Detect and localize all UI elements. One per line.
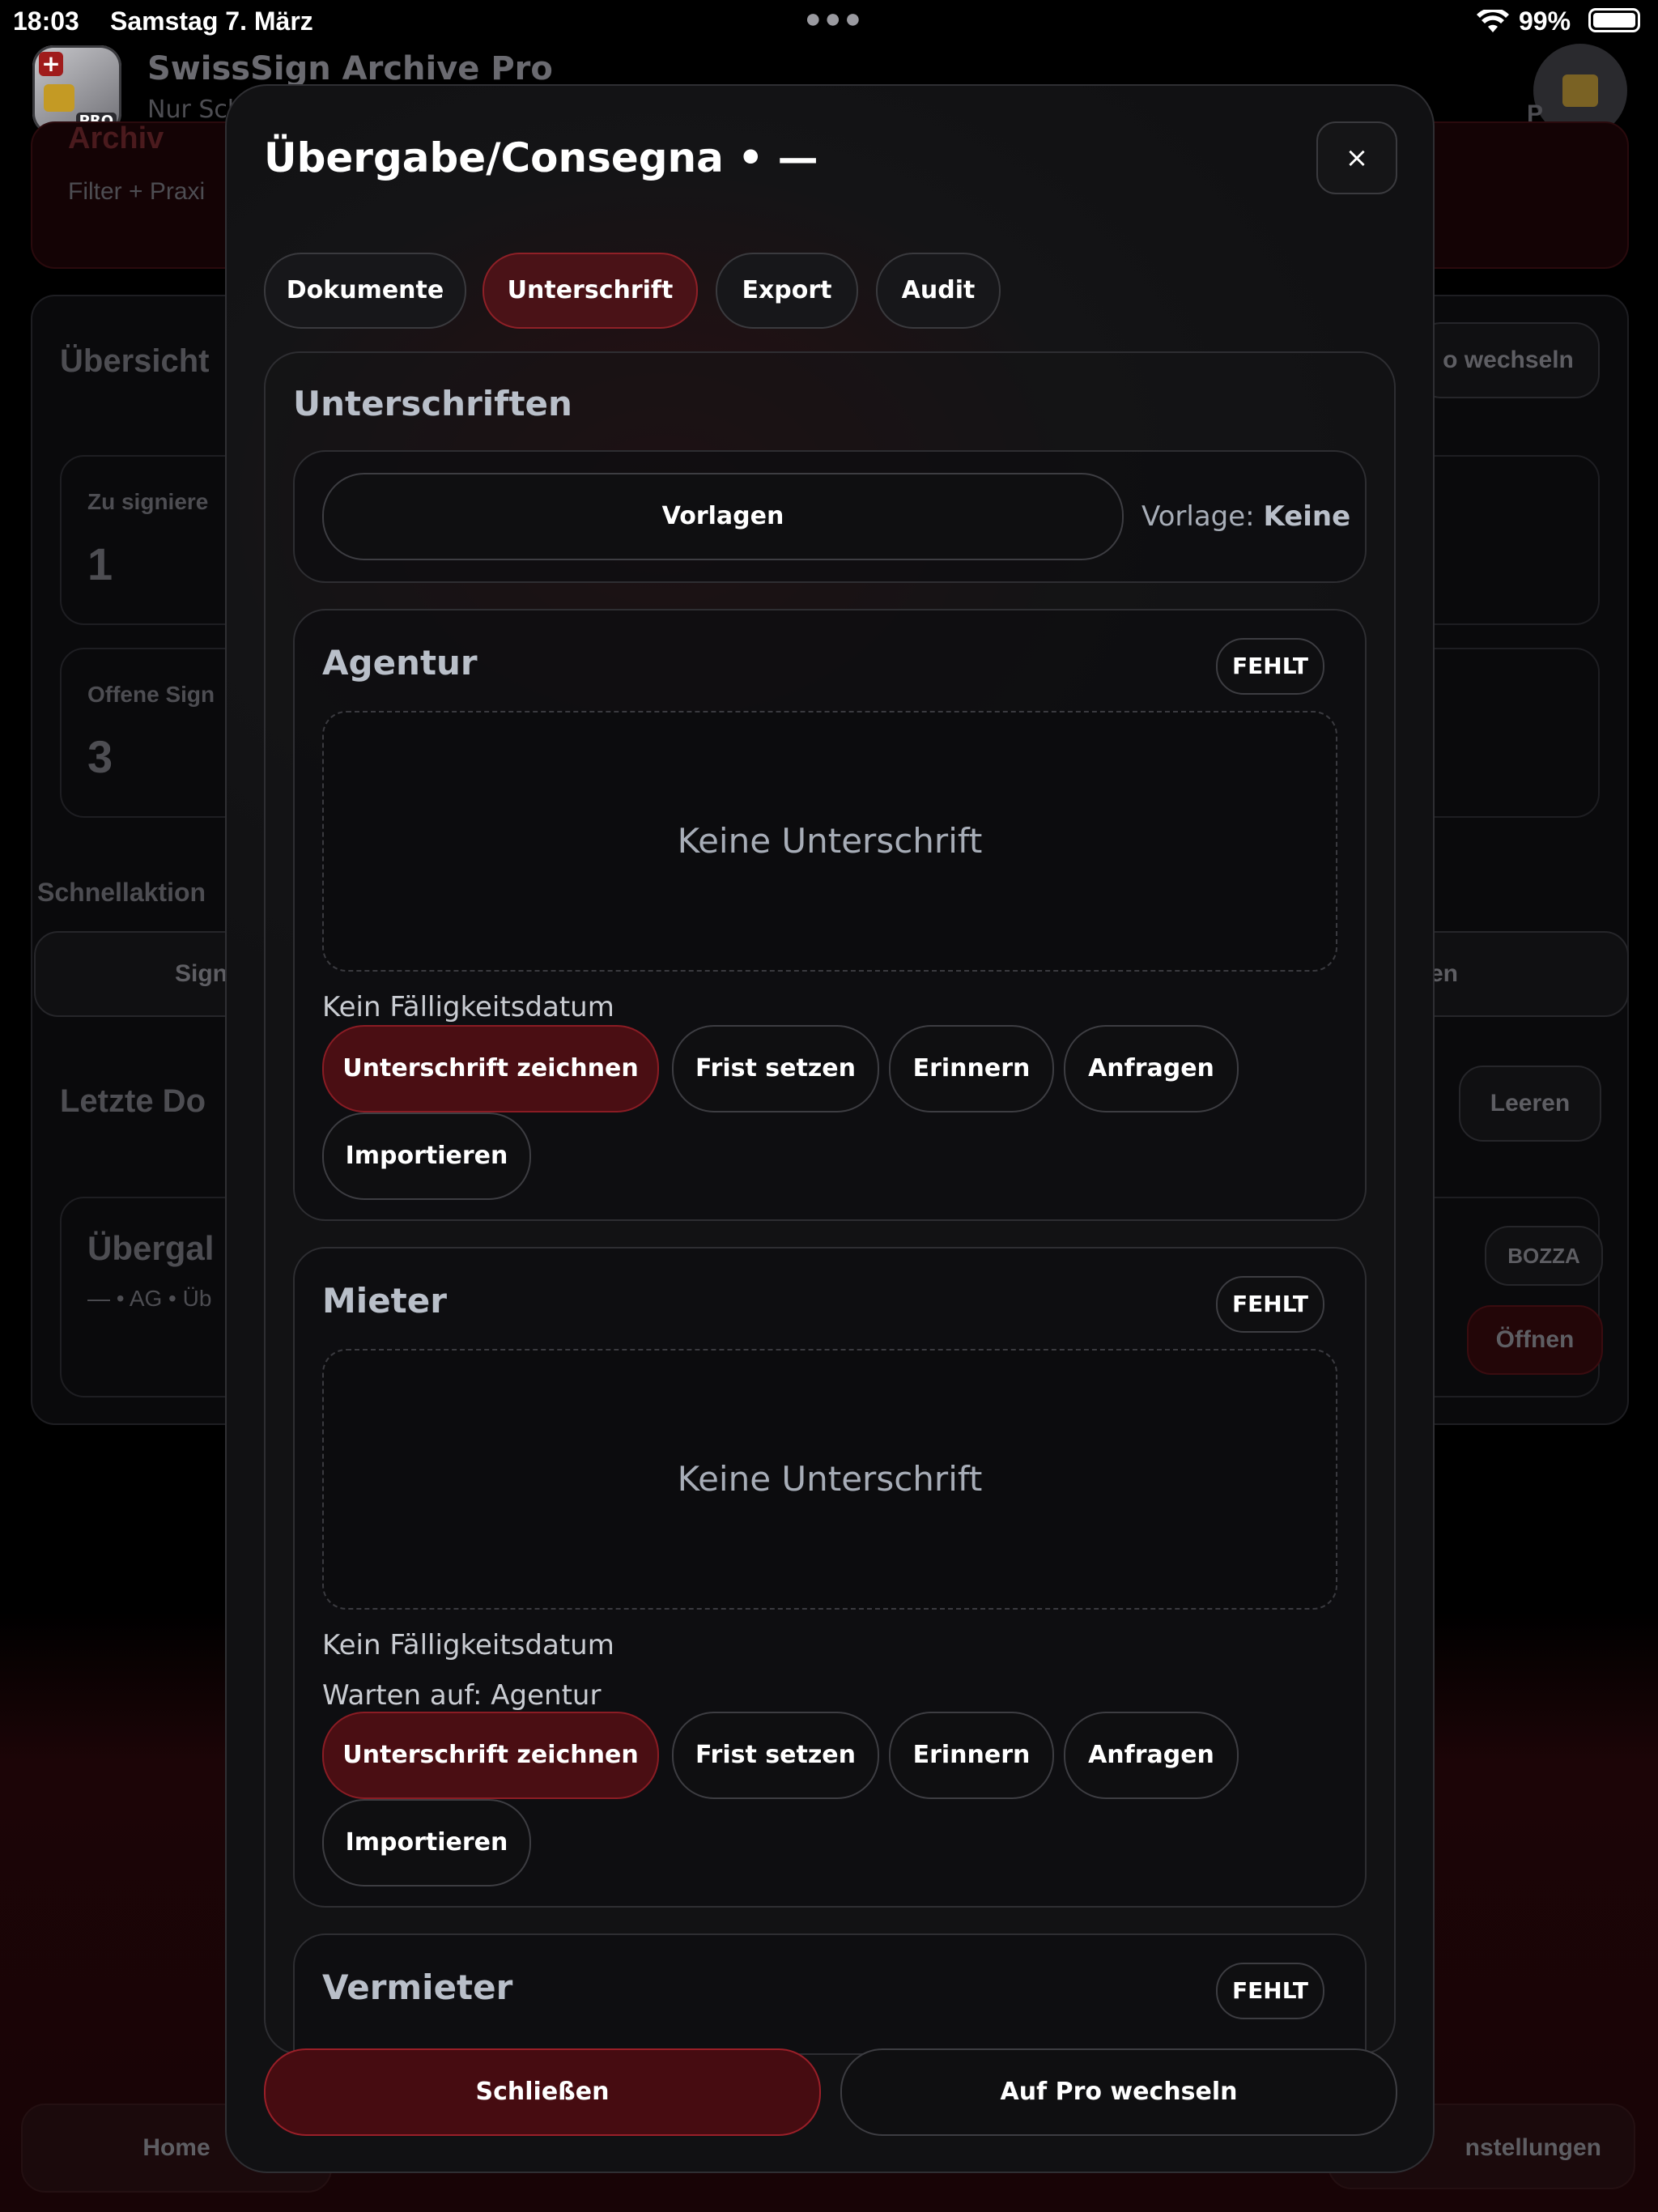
signature-placeholder: Keine Unterschrift [677,821,983,861]
document-modal: Übergabe/Consegna • — × Dokumente Unters… [225,84,1435,2173]
status-time: 18:03 [13,6,79,36]
app-title: SwissSign Archive Pro [147,50,553,87]
template-status: Vorlage: Keine [1141,500,1350,533]
quick-sign-button[interactable]: Sign [175,933,227,1015]
clear-button[interactable]: Leeren [1459,1066,1601,1142]
signatures-panel: Unterschriften Vorlagen Vorlage: Keine A… [264,351,1396,2055]
tab-audit[interactable]: Audit [876,253,1001,329]
remind-button[interactable]: Erinnern [889,1712,1054,1799]
stat-value: 3 [87,731,113,782]
signature-area[interactable]: Keine Unterschrift [322,1349,1337,1610]
tab-unterschrift[interactable]: Unterschrift [483,253,698,329]
template-prefix: Vorlage: [1141,500,1255,533]
archive-heading: Archiv [68,121,164,155]
tab-export[interactable]: Export [716,253,858,329]
template-row: Vorlagen Vorlage: Keine [293,450,1367,583]
set-deadline-button[interactable]: Frist setzen [672,1712,879,1799]
tab-dokumente[interactable]: Dokumente [264,253,466,329]
doc-status-badge: BOZZA [1485,1226,1603,1286]
close-modal-button[interactable]: Schließen [264,2048,821,2136]
import-button[interactable]: Importieren [322,1112,531,1200]
waiting-label: Warten auf: Agentur [322,1679,602,1712]
template-value: Keine [1263,500,1351,533]
swiss-cross-icon: + [39,52,63,76]
status-date: Samstag 7. März [110,6,313,36]
switch-pro-button[interactable]: o wechseln [1417,322,1600,398]
templates-button[interactable]: Vorlagen [322,473,1124,560]
signatures-heading: Unterschriften [293,384,572,423]
multitasking-dots-icon[interactable]: ●●● [805,3,865,35]
doc-title: Übergal [87,1229,215,1267]
signer-name: Agentur [322,643,478,683]
status-badge: FEHLT [1216,638,1324,695]
quick-actions-heading: Schnellaktion [37,878,206,907]
set-deadline-button[interactable]: Frist setzen [672,1025,879,1112]
doc-meta: — • AG • Üb [87,1286,212,1311]
overview-title: Übersicht [60,343,210,379]
stat-value: 1 [87,538,113,589]
close-button[interactable]: × [1316,121,1397,194]
due-date-label: Kein Fälligkeitsdatum [322,991,614,1023]
status-badge: FEHLT [1216,1276,1324,1333]
status-bar: 18:03 Samstag 7. März ●●● 99% [0,0,1658,42]
battery-icon [1588,8,1640,32]
request-button[interactable]: Anfragen [1064,1712,1239,1799]
upgrade-pro-button[interactable]: Auf Pro wechseln [840,2048,1397,2136]
stat-label: Offene Sign [87,682,215,707]
signature-placeholder: Keine Unterschrift [677,1459,983,1499]
doc-open-button[interactable]: Öffnen [1467,1305,1603,1375]
signer-name: Mieter [322,1281,447,1321]
signature-area[interactable]: Keine Unterschrift [322,711,1337,972]
modal-title: Übergabe/Consegna • — [264,134,818,181]
lock-icon [1562,74,1598,107]
status-badge: FEHLT [1216,1963,1324,2019]
import-button[interactable]: Importieren [322,1799,531,1887]
signer-card-vermieter: Vermieter FEHLT [293,1933,1367,2053]
lock-icon [44,84,74,112]
signer-card-mieter: Mieter FEHLT Keine Unterschrift Kein Fäl… [293,1247,1367,1908]
battery-percent: 99% [1519,6,1571,36]
recent-docs-heading: Letzte Do [60,1083,206,1119]
signer-name: Vermieter [322,1967,513,2007]
signer-card-agentur: Agentur FEHLT Keine Unterschrift Kein Fä… [293,609,1367,1221]
wifi-icon [1477,10,1509,32]
draw-signature-button[interactable]: Unterschrift zeichnen [322,1712,659,1799]
stat-label: Zu signiere [87,489,209,514]
request-button[interactable]: Anfragen [1064,1025,1239,1112]
archive-subtitle: Filter + Praxi [68,178,206,205]
due-date-label: Kein Fälligkeitsdatum [322,1629,614,1661]
draw-signature-button[interactable]: Unterschrift zeichnen [322,1025,659,1112]
remind-button[interactable]: Erinnern [889,1025,1054,1112]
